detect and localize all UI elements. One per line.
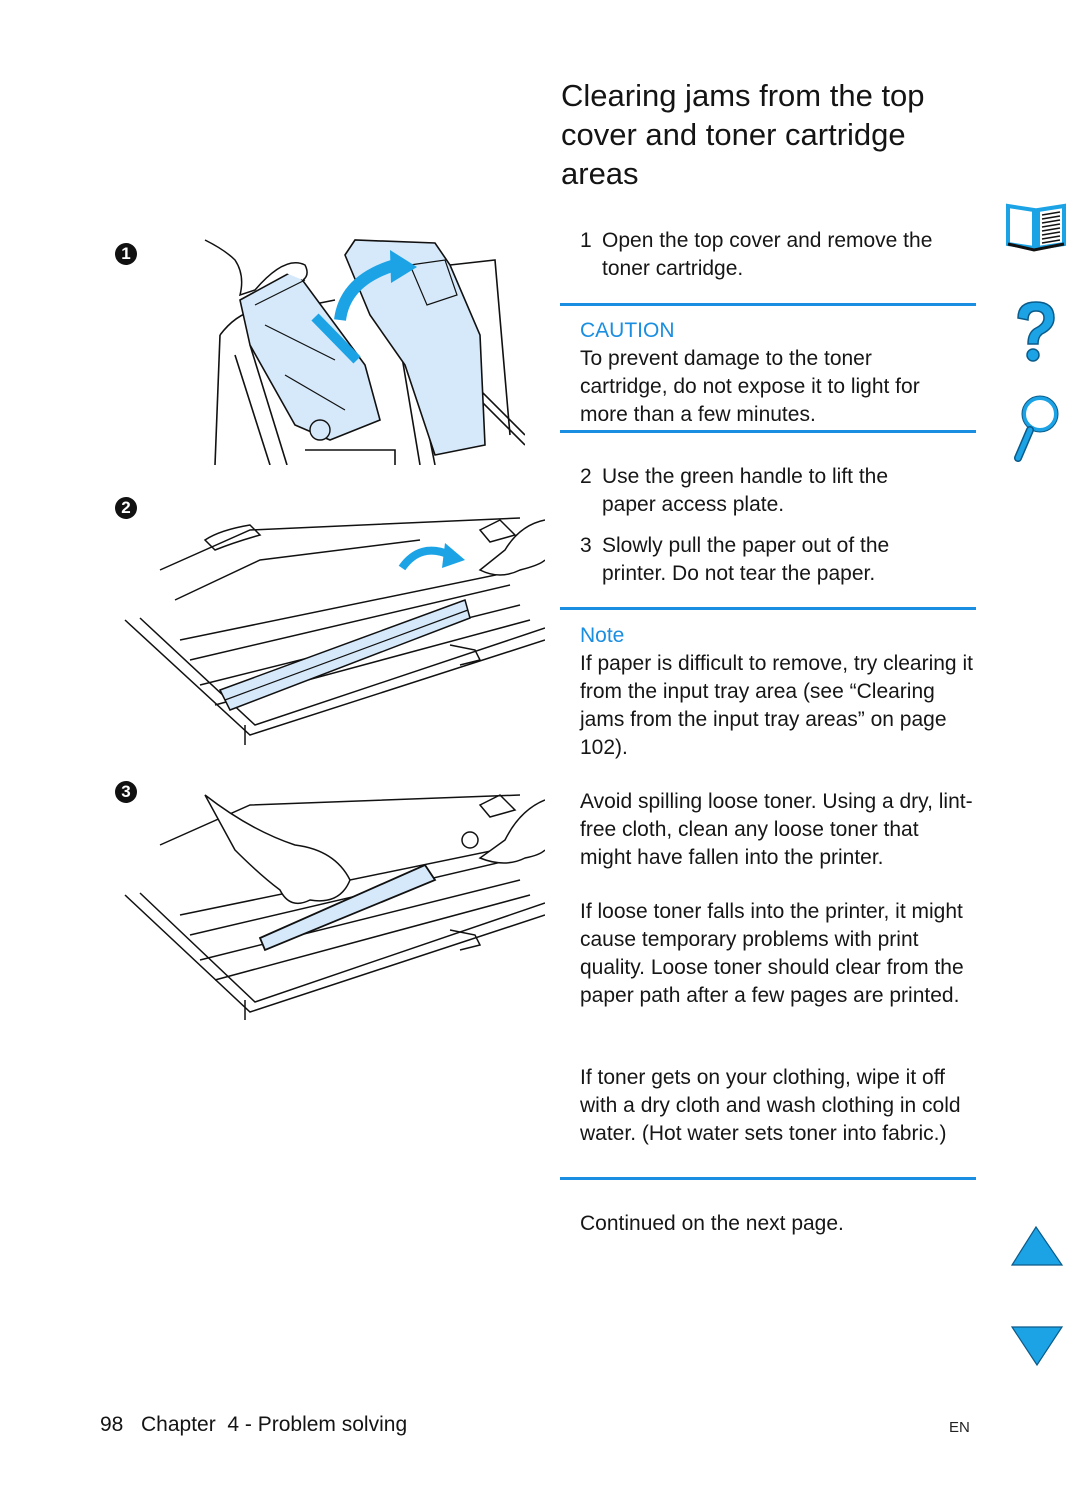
note-block: Note If paper is difficult to remove, tr… <box>580 622 980 762</box>
footer-page-number: 98 <box>100 1413 124 1436</box>
step-text: Use the green handle to lift the paper a… <box>602 465 889 516</box>
figure-3-illustration <box>120 790 545 1020</box>
step-number: 1 <box>580 229 592 252</box>
note-top-rule <box>560 607 976 610</box>
next-page-button[interactable] <box>1004 1325 1068 1367</box>
contents-button[interactable] <box>1004 198 1068 256</box>
footer-language: EN <box>949 1419 970 1436</box>
note-paragraph-3: If toner gets on your clothing, wipe it … <box>580 1066 961 1145</box>
step-number: 3 <box>580 534 592 557</box>
caution-text: To prevent damage to the toner cartridge… <box>580 347 920 426</box>
figure-1-illustration <box>195 235 525 465</box>
figure-2-illustration <box>120 510 545 745</box>
step-text: Slowly pull the paper out of the printer… <box>602 534 890 585</box>
continued-text[interactable]: Continued on the next page. <box>580 1210 980 1238</box>
caution-bottom-rule <box>560 430 976 433</box>
step-text: Open the top cover and remove the toner … <box>602 229 933 280</box>
step-2: 2 Use the green handle to lift the paper… <box>580 463 980 519</box>
printer-illustration-1 <box>204 239 525 465</box>
magnifier-icon <box>1014 395 1059 462</box>
book-icon <box>1006 203 1066 252</box>
triangle-up-icon <box>1010 1225 1064 1266</box>
note-paragraph-1: Avoid spilling loose toner. Using a dry,… <box>580 790 973 869</box>
previous-page-button[interactable] <box>1004 1225 1068 1267</box>
page-title: Clearing jams from the top cover and ton… <box>561 78 925 191</box>
triangle-down-icon <box>1010 1326 1064 1367</box>
step-3: 3 Slowly pull the paper out of the print… <box>580 532 980 588</box>
note-text: If paper is difficult to remove, try cle… <box>580 652 973 759</box>
figure-callout-1: 1 <box>115 243 137 265</box>
note-paragraph-2: If loose toner falls into the printer, i… <box>580 900 964 1007</box>
note-bottom-rule <box>560 1177 976 1180</box>
printer-illustration-3 <box>124 794 545 1020</box>
step-number: 2 <box>580 465 592 488</box>
help-button[interactable] <box>1004 298 1068 364</box>
index-search-button[interactable] <box>1004 392 1068 464</box>
caution-block: CAUTION To prevent damage to the toner c… <box>580 317 980 429</box>
printer-illustration-2 <box>124 517 545 745</box>
caution-top-rule <box>560 303 976 306</box>
caution-label: CAUTION <box>580 319 675 342</box>
note-label: Note <box>580 624 625 647</box>
step-1: 1 Open the top cover and remove the tone… <box>580 227 980 283</box>
footer-chapter[interactable]: Chapter 4 - Problem solving <box>141 1413 407 1437</box>
question-icon <box>1017 301 1055 362</box>
